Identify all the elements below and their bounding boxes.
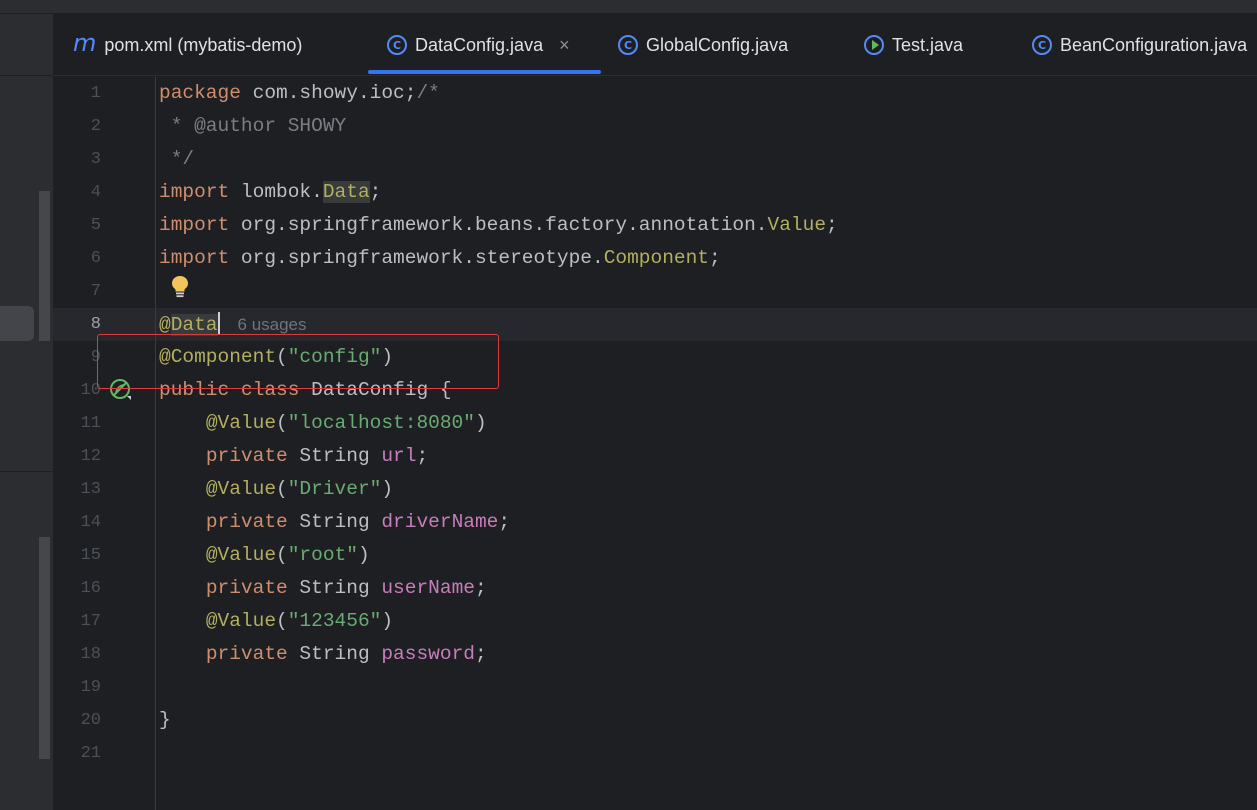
maven-icon: m (73, 29, 97, 57)
panel-divider (0, 75, 53, 76)
code-line-13[interactable]: @Value("Driver") (159, 473, 393, 506)
line-number: 5 (90, 216, 101, 235)
runnable-class-icon (864, 35, 884, 55)
code-line-5[interactable]: import org.springframework.beans.factory… (159, 209, 838, 242)
line-number: 19 (80, 678, 101, 697)
code-line-12[interactable]: private String url; (159, 440, 428, 473)
line-number: 15 (80, 546, 101, 565)
line-number: 11 (80, 414, 101, 433)
code-line-15[interactable]: @Value("root") (159, 539, 370, 572)
project-tool-panel (0, 14, 53, 810)
panel-scrollbar[interactable] (39, 191, 50, 341)
tab-test-java[interactable]: Test.java (864, 14, 963, 76)
line-number: 1 (90, 84, 101, 103)
close-icon[interactable]: × (559, 35, 570, 56)
line-number: 12 (80, 447, 101, 466)
class-icon: C (387, 35, 407, 55)
line-number: 20 (80, 711, 101, 730)
lightbulb-icon[interactable] (171, 275, 189, 299)
line-number: 6 (90, 249, 101, 268)
line-number: 14 (80, 513, 101, 532)
gutter-divider (155, 77, 156, 810)
line-number: 3 (90, 150, 101, 169)
active-tab-indicator (368, 70, 601, 74)
line-number: 10 (80, 381, 101, 400)
tab-dataconfig-java[interactable]: C DataConfig.java × (387, 14, 570, 76)
line-number: 21 (80, 744, 101, 763)
code-line-6[interactable]: import org.springframework.stereotype.Co… (159, 242, 721, 275)
code-line-3[interactable]: */ (159, 143, 194, 176)
panel-divider (0, 471, 53, 472)
line-number: 4 (90, 183, 101, 202)
class-icon: C (618, 35, 638, 55)
code-line-2[interactable]: * @author SHOWY (159, 110, 347, 143)
line-number: 9 (90, 348, 101, 367)
code-line-1[interactable]: package com.showy.ioc;/* (159, 77, 440, 110)
line-number: 13 (80, 480, 101, 499)
code-line-4[interactable]: import lombok.Data; (159, 176, 381, 209)
code-line-20[interactable]: } (159, 704, 171, 737)
tab-label: BeanConfiguration.java (1060, 34, 1248, 55)
panel-scrollbar-lower[interactable] (39, 537, 50, 759)
tab-beanconfiguration-java[interactable]: C BeanConfiguration.java (1032, 14, 1247, 76)
line-number-current: 8 (90, 315, 101, 334)
annotation-highlight-box (97, 334, 499, 389)
tab-label: Test.java (892, 34, 964, 55)
text-caret (217, 311, 220, 334)
code-line-16[interactable]: private String userName; (159, 572, 487, 605)
line-number: 16 (80, 579, 101, 598)
tab-globalconfig-java[interactable]: C GlobalConfig.java (618, 14, 788, 76)
code-line-17[interactable]: @Value("123456") (159, 605, 393, 638)
tab-label: pom.xml (mybatis-demo) (104, 34, 303, 55)
editor-tab-bar: m pom.xml (mybatis-demo) C DataConfig.ja… (53, 14, 1257, 76)
usages-hint[interactable]: 6 usages (238, 315, 307, 334)
line-number: 7 (90, 282, 101, 301)
code-line-14[interactable]: private String driverName; (159, 506, 510, 539)
window-top-strip (0, 0, 1257, 14)
selected-tree-item[interactable] (0, 306, 34, 341)
code-line-18[interactable]: private String password; (159, 638, 487, 671)
code-line-11[interactable]: @Value("localhost:8080") (159, 407, 487, 440)
line-number: 18 (80, 645, 101, 664)
line-number: 2 (90, 117, 101, 136)
line-number: 17 (80, 612, 101, 631)
tab-label: DataConfig.java (415, 34, 544, 55)
tab-label: GlobalConfig.java (646, 34, 789, 55)
tab-pom-xml[interactable]: m pom.xml (mybatis-demo) (73, 14, 302, 76)
class-icon: C (1032, 35, 1052, 55)
